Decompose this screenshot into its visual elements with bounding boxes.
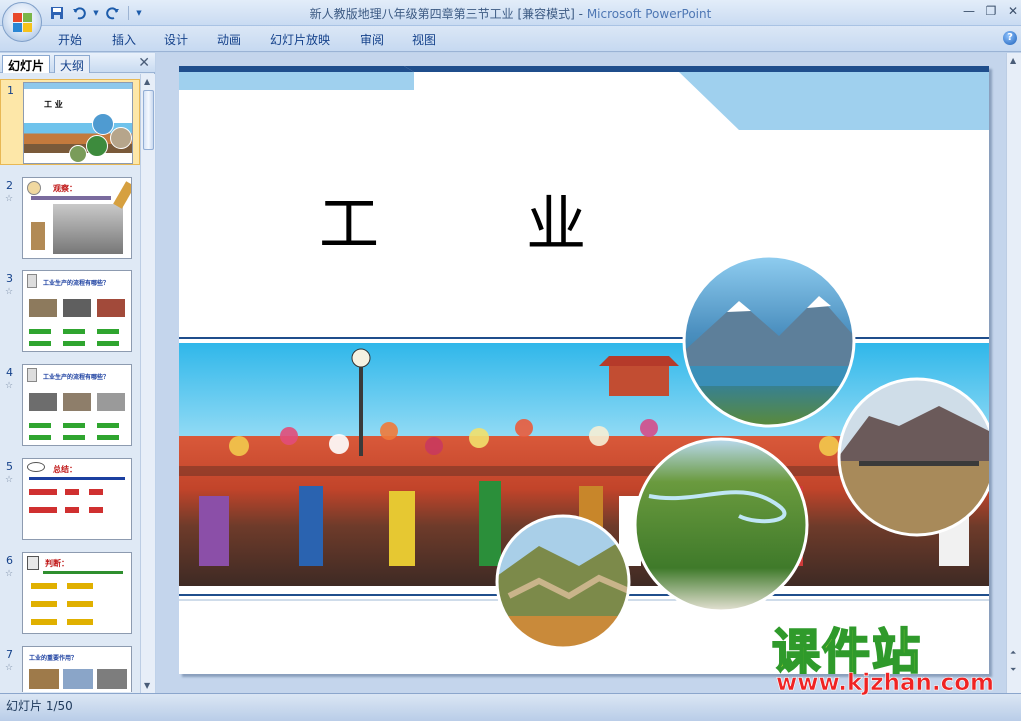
app-name: Microsoft PowerPoint	[586, 7, 712, 21]
close-panel-icon[interactable]: ✕	[138, 55, 150, 71]
document-title: 新人教版地理八年级第四章第三节工业 [兼容模式]	[309, 7, 575, 21]
scroll-thumb[interactable]	[143, 90, 154, 150]
thumbnail-title: 工业生产的流程有哪些？	[43, 280, 110, 287]
watermark-url: www.kjzhan.com	[776, 670, 995, 697]
next-slide-icon[interactable]: ⏷	[1010, 665, 1016, 675]
thumbnail-row[interactable]: 5 ☆ 总结：	[0, 456, 140, 542]
thumbnail-row[interactable]: 6 ☆ 判断：	[0, 550, 140, 636]
ribbon-tabs: 开始 插入 设计 动画 幻灯片放映 审阅 视图 ?	[0, 26, 1021, 52]
slide-thumbnail[interactable]: 判断：	[22, 552, 132, 634]
thumbnail-title: 工业的重要作用？	[29, 655, 78, 662]
slide-thumbnail[interactable]: 工业生产的流程有哪些？	[22, 270, 132, 352]
title-separator: -	[574, 7, 587, 21]
animation-star-icon: ☆	[5, 569, 14, 579]
animation-star-icon: ☆	[5, 287, 14, 297]
minimize-icon[interactable]: —	[958, 2, 980, 20]
thumbnail-title: 工 业	[44, 100, 63, 109]
animation-star-icon: ☆	[5, 663, 14, 673]
tab-home[interactable]: 开始	[58, 31, 82, 48]
slide-title[interactable]: 工 业	[319, 176, 650, 263]
thumbnail-list: 1 工 业 2 ☆ 观察： 3 ☆ 工业生产的流程有哪些？ 4 ☆ 工业生产的流…	[0, 74, 140, 692]
thumbnail-row[interactable]: 2 ☆ 观察：	[0, 175, 140, 261]
slide-thumbnail[interactable]: 工业的重要作用？	[22, 646, 132, 692]
thumbnail-title: 总结：	[53, 465, 77, 474]
animation-star-icon: ☆	[5, 381, 14, 391]
title-bar: ▼ ▼ 新人教版地理八年级第四章第三节工业 [兼容模式] - Microsoft…	[0, 0, 1021, 26]
tab-design[interactable]: 设计	[164, 31, 188, 48]
status-bar: 幻灯片 1/50	[0, 693, 1021, 721]
restore-icon[interactable]: ❐	[980, 2, 1002, 20]
tab-insert[interactable]: 插入	[112, 31, 136, 48]
slide-number: 6	[6, 554, 13, 567]
window-title: 新人教版地理八年级第四章第三节工业 [兼容模式] - Microsoft Pow…	[0, 5, 1021, 22]
thumbnail-title: 判断：	[45, 559, 69, 568]
tab-slideshow[interactable]: 幻灯片放映	[270, 31, 330, 48]
office-logo-icon	[13, 13, 33, 33]
slide-thumbnail[interactable]: 工 业	[23, 82, 133, 164]
thumbnail-row[interactable]: 4 ☆ 工业生产的流程有哪些？	[0, 362, 140, 448]
slides-panel: 幻灯片 大纲 ✕ 1 工 业 2 ☆ 观察： 3 ☆ 工业生产的流程有哪些？ 4…	[0, 53, 155, 693]
slide-thumbnail[interactable]: 工业生产的流程有哪些？	[22, 364, 132, 446]
slide-number: 7	[6, 648, 13, 661]
tab-review[interactable]: 审阅	[360, 31, 384, 48]
slide-number: 3	[6, 272, 13, 285]
tab-outline[interactable]: 大纲	[54, 55, 91, 73]
scroll-up-icon[interactable]: ▲	[144, 77, 150, 86]
thumbnail-title: 观察：	[53, 184, 77, 193]
slide-artwork	[179, 66, 989, 650]
thumbnail-scrollbar[interactable]: ▲ ▼	[140, 74, 155, 693]
tab-animations[interactable]: 动画	[217, 31, 241, 48]
previous-slide-icon[interactable]: ⏶	[1010, 648, 1016, 658]
office-button[interactable]	[2, 2, 42, 42]
scroll-up-icon[interactable]: ▲	[1010, 56, 1016, 65]
help-icon[interactable]: ?	[1003, 31, 1017, 45]
slide-editor: 工 业	[156, 53, 1006, 693]
slide-number: 5	[6, 460, 13, 473]
tab-view[interactable]: 视图	[412, 31, 436, 48]
thumbnail-row[interactable]: 7 ☆ 工业的重要作用？	[0, 644, 140, 692]
slide-number: 4	[6, 366, 13, 379]
slide-number: 2	[6, 179, 13, 192]
thumbnail-title: 工业生产的流程有哪些？	[43, 374, 110, 381]
animation-star-icon: ☆	[5, 194, 14, 204]
slide-thumbnail[interactable]: 观察：	[22, 177, 132, 259]
thumbnail-row[interactable]: 1 工 业	[0, 79, 140, 165]
slide-indicator: 幻灯片 1/50	[6, 699, 73, 713]
animation-star-icon: ☆	[5, 475, 14, 485]
close-icon[interactable]: ✕	[1002, 2, 1021, 20]
slide-number: 1	[7, 84, 14, 97]
slide-canvas[interactable]: 工 业	[179, 66, 989, 674]
editor-scrollbar[interactable]: ▲ ⏶ ⏷	[1006, 53, 1021, 693]
scroll-down-icon[interactable]: ▼	[144, 681, 150, 690]
thumbnail-row[interactable]: 3 ☆ 工业生产的流程有哪些？	[0, 268, 140, 354]
panel-tabs: 幻灯片 大纲 ✕	[0, 53, 155, 73]
slide-thumbnail[interactable]: 总结：	[22, 458, 132, 540]
window-controls: — ❐ ✕	[958, 2, 1021, 20]
tab-slides[interactable]: 幻灯片	[2, 55, 51, 73]
